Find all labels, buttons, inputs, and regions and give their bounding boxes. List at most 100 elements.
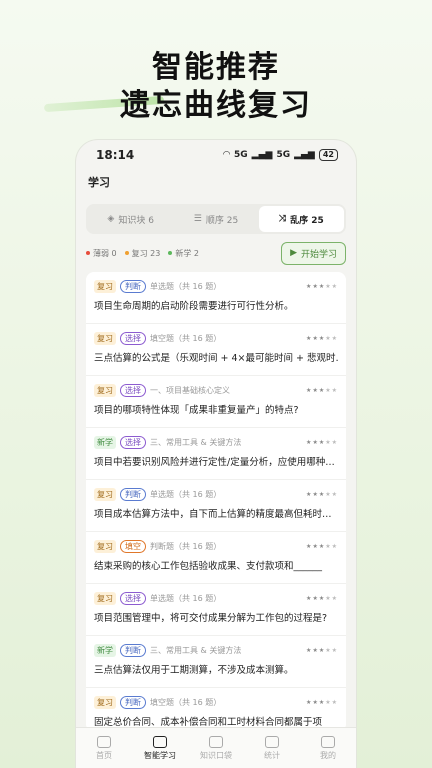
play-icon: ▶ <box>290 248 297 258</box>
review-dot-icon <box>124 251 129 255</box>
difficulty-stars-icon: ★★★★★ <box>306 646 338 654</box>
tab-label: 统计 <box>264 750 280 760</box>
type-tag: 选择 <box>120 331 146 345</box>
segment-label: 知识块 6 <box>118 215 154 226</box>
difficulty-stars-icon: ★★★★★ <box>306 490 338 498</box>
status-tag: 复习 <box>94 539 116 553</box>
status-time: 18:14 <box>96 148 135 162</box>
item-header: 复习 判断 单选题（共 16 题） ★★★★★ <box>94 278 338 294</box>
difficulty-stars-icon: ★★★★★ <box>306 334 338 342</box>
type-tag: 判断 <box>120 487 146 501</box>
legend-label: 薄弱 0 <box>93 248 117 258</box>
difficulty-stars-icon: ★★★★★ <box>306 594 338 602</box>
network-label: 5G <box>234 150 248 160</box>
start-learning-button[interactable]: ▶ 开始学习 <box>281 241 346 265</box>
tab-label: 我的 <box>320 750 336 760</box>
type-tag: 判断 <box>120 279 146 293</box>
segment-knowledge-blocks[interactable]: ◈ 知识块 6 <box>88 206 173 232</box>
home-icon <box>97 735 111 748</box>
tab-home[interactable]: 首页 <box>76 728 132 768</box>
item-meta: 三、常用工具 & 关键方法 <box>150 437 242 447</box>
user-icon <box>321 735 335 748</box>
difficulty-stars-icon: ★★★★★ <box>306 386 338 394</box>
list-item[interactable]: 复习 选择 填空题（共 16 题） ★★★★★ 三点估算的公式是（乐观时间 + 4×最可… <box>86 324 346 376</box>
type-tag: 选择 <box>120 591 146 605</box>
segment-label: 乱序 25 <box>290 215 324 226</box>
legend-label: 复习 23 <box>131 248 161 258</box>
status-tag: 复习 <box>94 695 116 709</box>
item-meta: 单选题（共 16 题） <box>150 489 222 499</box>
hero-line-2: 遗忘曲线复习 <box>120 88 312 123</box>
list-item[interactable]: 复习 判断 单选题（共 16 题） ★★★★★ 项目生命周期的启动阶段需要进行可行性分析… <box>86 272 346 324</box>
status-tag: 复习 <box>94 331 116 345</box>
network-label-2: 5G <box>276 150 291 160</box>
list-item[interactable]: 复习 选择 单选题（共 16 题） ★★★★★ 项目范围管理中，将可交付成果分解为工作包… <box>86 584 346 636</box>
question-text: 三点估算法仅用于工期测算，不涉及成本测算。 <box>94 665 294 676</box>
item-header: 新学 判断 三、常用工具 & 关键方法 ★★★★★ <box>94 642 338 658</box>
item-meta: 单选题（共 16 题） <box>150 281 222 291</box>
question-text: 三点估算的公式是（乐观时间 + 4×最可能时间 + 悲观时… <box>94 353 338 364</box>
tab-chart[interactable]: 统计 <box>244 728 300 768</box>
type-tag: 填空 <box>120 539 146 553</box>
phone-screen: 18:14 ◠ 5G ▂▄▆ 5G ▂▄▆ 42 学习 ◈ 知识块 6 ☰ 顺序… <box>76 140 356 768</box>
status-tag: 复习 <box>94 279 116 293</box>
status-tag: 复习 <box>94 591 116 605</box>
list-item[interactable]: 复习 填空 判断题（共 16 题） ★★★★★ 结束采购的核心工作包括验收成果、支付款项… <box>86 532 346 584</box>
status-tag: 复习 <box>94 487 116 501</box>
item-meta: 填空题（共 16 题） <box>150 697 222 707</box>
status-bar: 18:14 ◠ 5G ▂▄▆ 5G ▂▄▆ 42 <box>76 140 356 170</box>
status-tag: 新学 <box>94 435 116 449</box>
status-tag: 复习 <box>94 383 116 397</box>
legend-label: 新学 2 <box>175 248 200 258</box>
tab-label: 智能学习 <box>144 750 176 760</box>
segment-sequential[interactable]: ☰ 顺序 25 <box>173 206 258 232</box>
question-text: 项目的哪项特性体现「成果非重复量产」的特点? <box>94 405 299 416</box>
chart-icon <box>265 735 279 748</box>
battery-icon: 42 <box>318 149 338 161</box>
item-header: 复习 判断 填空题（共 16 题） ★★★★★ <box>94 694 338 710</box>
weak-dot-icon <box>86 251 90 255</box>
question-text: 项目成本估算方法中，自下而上估算的精度最高但耗时… <box>94 509 332 520</box>
type-tag: 判断 <box>120 643 146 657</box>
mode-segmented-control: ◈ 知识块 6 ☰ 顺序 25 ⤨ 乱序 25 <box>86 204 346 234</box>
item-header: 新学 选择 三、常用工具 & 关键方法 ★★★★★ <box>94 434 338 450</box>
list-item[interactable]: 复习 判断 填空题（共 16 题） ★★★★★ 固定总价合同、成本补偿合同和工时材料合同… <box>86 688 346 732</box>
tab-book[interactable]: 智能学习 <box>132 728 188 768</box>
type-tag: 判断 <box>120 695 146 709</box>
item-header: 复习 选择 一、项目基础核心定义 ★★★★★ <box>94 382 338 398</box>
item-meta: 三、常用工具 & 关键方法 <box>150 645 242 655</box>
question-text: 结束采购的核心工作包括验收成果、支付款项和______ <box>94 561 323 572</box>
list-item[interactable]: 新学 判断 三、常用工具 & 关键方法 ★★★★★ 三点估算法仅用于工期测算，不涉及成本… <box>86 636 346 688</box>
bottom-tab-bar: 首页 智能学习 知识口袋 统计 我的 <box>76 727 356 768</box>
tab-user[interactable]: 我的 <box>300 728 356 768</box>
tab-pocket[interactable]: 知识口袋 <box>188 728 244 768</box>
item-header: 复习 判断 单选题（共 16 题） ★★★★★ <box>94 486 338 502</box>
difficulty-stars-icon: ★★★★★ <box>306 698 338 706</box>
segment-label: 顺序 25 <box>205 215 239 226</box>
signal-icon: ▂▄▆ <box>251 150 273 160</box>
list-item[interactable]: 复习 判断 单选题（共 16 题） ★★★★★ 项目成本估算方法中，自下而上估算的精度最… <box>86 480 346 532</box>
new-dot-icon <box>168 251 173 255</box>
item-header: 复习 选择 单选题（共 16 题） ★★★★★ <box>94 590 338 606</box>
segment-shuffle[interactable]: ⤨ 乱序 25 <box>258 206 344 232</box>
item-meta: 判断题（共 16 题） <box>150 541 222 551</box>
list-item[interactable]: 新学 选择 三、常用工具 & 关键方法 ★★★★★ 项目中若要识别风险并进行定性/定量分… <box>86 428 346 480</box>
status-legend: 薄弱 0 复习 23 新学 2 <box>86 248 199 259</box>
item-meta: 填空题（共 16 题） <box>150 333 222 343</box>
question-list: 复习 判断 单选题（共 16 题） ★★★★★ 项目生命周期的启动阶段需要进行可行性分析… <box>86 272 346 732</box>
hero-line-1: 智能推荐 <box>152 50 280 85</box>
question-text: 项目中若要识别风险并进行定性/定量分析，应使用哪种… <box>94 457 335 468</box>
difficulty-stars-icon: ★★★★★ <box>306 438 338 446</box>
item-header: 复习 填空 判断题（共 16 题） ★★★★★ <box>94 538 338 554</box>
question-text: 项目生命周期的启动阶段需要进行可行性分析。 <box>94 301 294 312</box>
wifi-icon: ◠ <box>223 150 231 160</box>
difficulty-stars-icon: ★★★★★ <box>306 542 338 550</box>
hero-heading: 智能推荐 遗忘曲线复习 <box>0 50 432 124</box>
page-title: 学习 <box>88 176 110 189</box>
tab-label: 知识口袋 <box>200 750 232 760</box>
question-text: 项目范围管理中，将可交付成果分解为工作包的过程是? <box>94 613 328 624</box>
list-item[interactable]: 复习 选择 一、项目基础核心定义 ★★★★★ 项目的哪项特性体现「成果非重复量产」的特点… <box>86 376 346 428</box>
pocket-icon <box>209 735 223 748</box>
item-meta: 单选题（共 16 题） <box>150 593 222 603</box>
book-icon <box>153 735 167 748</box>
